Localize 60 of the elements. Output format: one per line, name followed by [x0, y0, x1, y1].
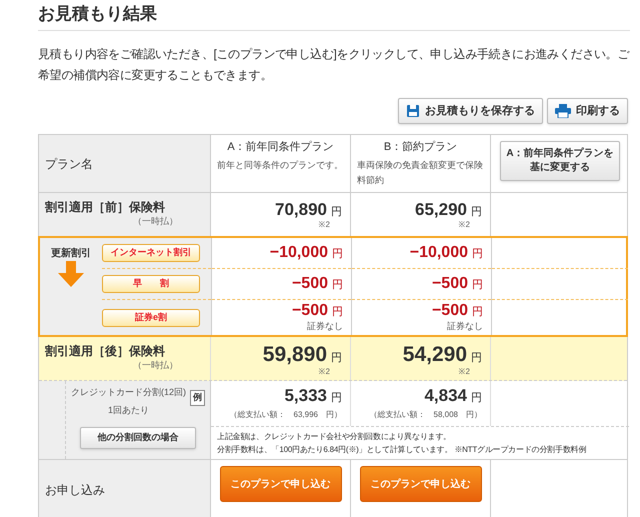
installment-note: 分割手数料は、「100円あたり6.84円(※)」として計算しています。 ※NTTグループカードの分割手数料例: [217, 444, 588, 455]
save-icon: [406, 104, 420, 118]
intro-text: 見積もり内容をご確認いただき、[このプランで申し込む]をクリックして、申し込み手続きにお進みください。ご希望の補償内容に変更することもできます。: [38, 46, 630, 84]
yen-unit: 円: [472, 249, 483, 260]
row-label: お申し込み: [45, 482, 105, 499]
footnote-mark: ※2: [318, 367, 330, 377]
plan-name: A：前年同条件プラン: [226, 140, 335, 155]
discount-label: インターネット割引: [102, 244, 200, 262]
yen-unit: 円: [472, 307, 483, 318]
discount-note: 証券なし: [307, 321, 343, 332]
price: −10,000: [270, 245, 328, 261]
plan-description: 車両保険の免責金額変更で保険料節約: [357, 158, 484, 186]
price: −500: [432, 303, 468, 319]
price: −500: [292, 276, 328, 292]
plan-name: B：節約プラン: [382, 140, 458, 155]
footnote-mark: ※2: [318, 220, 330, 230]
footnote-mark: ※2: [458, 220, 470, 230]
yen-unit: 円: [331, 207, 342, 218]
discount-label: 早 割: [102, 275, 200, 293]
yen-unit: 円: [332, 280, 343, 291]
price: −500: [432, 276, 468, 292]
installment-note: 上記金額は、クレジットカード会社や分割回数により異なります。: [217, 431, 452, 442]
price: 54,290: [402, 344, 467, 365]
down-arrow-icon: [57, 261, 85, 287]
payment-note: （一時払）: [133, 359, 178, 372]
price: 5,333: [284, 387, 327, 404]
footnote-mark: ※2: [458, 367, 470, 377]
row-label: 割引適用［後］保険料: [45, 343, 166, 359]
row-label: 割引適用［前］保険料: [45, 199, 166, 215]
discount-title: 更新割引: [51, 246, 91, 261]
yen-unit: 円: [471, 207, 482, 218]
save-button[interactable]: お見積もりを保存する: [398, 98, 543, 124]
installment-total: （総支払い額： 58,008 円）: [368, 409, 482, 421]
price: 65,290: [415, 201, 467, 218]
other-installments-button[interactable]: 他の分割回数の場合: [80, 427, 196, 449]
plan-description: 前年と同等条件のプランです。: [217, 158, 344, 172]
yen-unit: 円: [331, 353, 342, 364]
discount-label: 証券e割: [102, 308, 200, 326]
row-label: プラン名: [45, 156, 93, 172]
printer-icon: [555, 104, 571, 118]
installment-label: クレジットカード分割(12回): [70, 386, 186, 399]
yen-unit: 円: [332, 249, 343, 260]
yen-unit: 円: [332, 307, 343, 318]
price: −500: [292, 303, 328, 319]
page-title: お見積もり結果: [38, 3, 158, 25]
yen-unit: 円: [471, 353, 482, 364]
example-badge: 例: [190, 390, 205, 406]
price: −10,000: [410, 245, 468, 261]
yen-unit: 円: [472, 280, 483, 291]
installment-unit: 1回あたり: [108, 404, 149, 416]
price: 59,890: [262, 344, 327, 365]
yen-unit: 円: [331, 393, 342, 404]
installment-total: （総支払い額： 63,996 円）: [228, 409, 342, 421]
print-button[interactable]: 印刷する: [547, 98, 628, 124]
yen-unit: 円: [471, 393, 482, 404]
price: 4,834: [424, 387, 467, 404]
payment-note: （一時払）: [133, 215, 178, 228]
discount-note: 証券なし: [447, 321, 483, 332]
price: 70,890: [275, 201, 327, 218]
change-plan-button[interactable]: A：前年同条件プランを基に変更する: [500, 141, 620, 181]
